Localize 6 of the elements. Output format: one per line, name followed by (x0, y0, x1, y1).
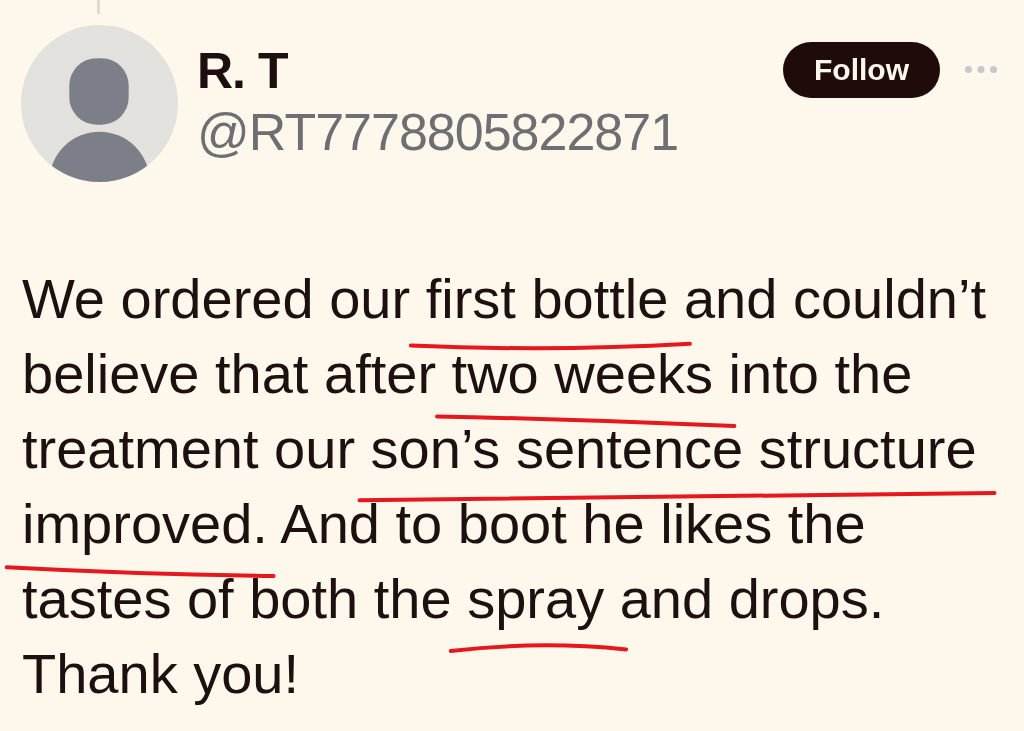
post-text: We ordered our first bottle and couldn’t believe that after two weeks into the treatment our son’s sentence structure improved. And to boot he likes the tastes of both the spray and drops. Thank you! (22, 261, 1024, 711)
author-name: R. T (197, 46, 288, 96)
follow-button[interactable]: Follow (783, 42, 940, 98)
author-handle: @RT7778805822871 (197, 106, 679, 158)
more-icon[interactable] (965, 66, 997, 73)
avatar-silhouette-icon (21, 25, 178, 182)
